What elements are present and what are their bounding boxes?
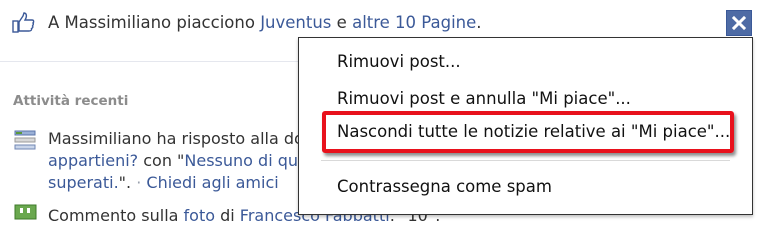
ask-friends-link[interactable]: Chiedi agli amici (146, 173, 278, 192)
menu-item-remove-post-unlike[interactable]: Rimuovi post e annulla "Mi piace"... (337, 89, 631, 109)
separator-dot: · (131, 173, 147, 192)
question-link[interactable]: appartieni? (48, 151, 138, 170)
recent-activity-heading: Attività recenti (13, 93, 129, 109)
answer-link-continued[interactable]: superati. (48, 173, 119, 192)
comment-mid: di (215, 206, 240, 225)
other-pages-link[interactable]: altre 10 Pagine (352, 13, 476, 32)
menu-separator (321, 160, 730, 161)
close-button[interactable] (726, 10, 752, 36)
activity-line-2-text: con " (138, 151, 185, 170)
page-link-juventus[interactable]: Juventus (260, 13, 331, 32)
menu-item-mark-spam[interactable]: Contrassegna come spam (337, 177, 552, 197)
story-text: A Massimiliano piacciono Juventus e altr… (48, 13, 482, 33)
story-suffix: . (476, 13, 482, 32)
list-icon (14, 130, 36, 150)
activity-line-2: appartieni? con "Nessuno di qu (48, 150, 310, 172)
comment-text: Commento sulla foto di Francesco Fabbatt… (48, 205, 440, 227)
story-header: A Massimiliano piacciono Juventus e altr… (12, 9, 752, 37)
activity-line-1: Massimiliano ha risposto alla do (48, 129, 304, 148)
activity-line-3-text: ". (118, 173, 132, 192)
highlight-box (322, 111, 734, 153)
comment-prefix: Commento sulla (48, 206, 184, 225)
story-options-menu: Rimuovi post... Rimuovi post e annulla "… (298, 37, 753, 215)
story-prefix: A Massimiliano piacciono (48, 13, 261, 32)
activity-line-3: superati.". · Chiedi agli amici (48, 172, 310, 194)
comment-icon (14, 204, 38, 220)
divider (0, 61, 300, 62)
story-mid: e (331, 13, 353, 32)
photo-link[interactable]: foto (184, 206, 215, 225)
like-icon (12, 12, 36, 34)
close-icon (732, 16, 746, 30)
activity-text: Massimiliano ha risposto alla do apparti… (48, 128, 310, 194)
answer-link[interactable]: Nessuno di qu (184, 151, 298, 170)
menu-item-remove-post[interactable]: Rimuovi post... (337, 52, 461, 72)
